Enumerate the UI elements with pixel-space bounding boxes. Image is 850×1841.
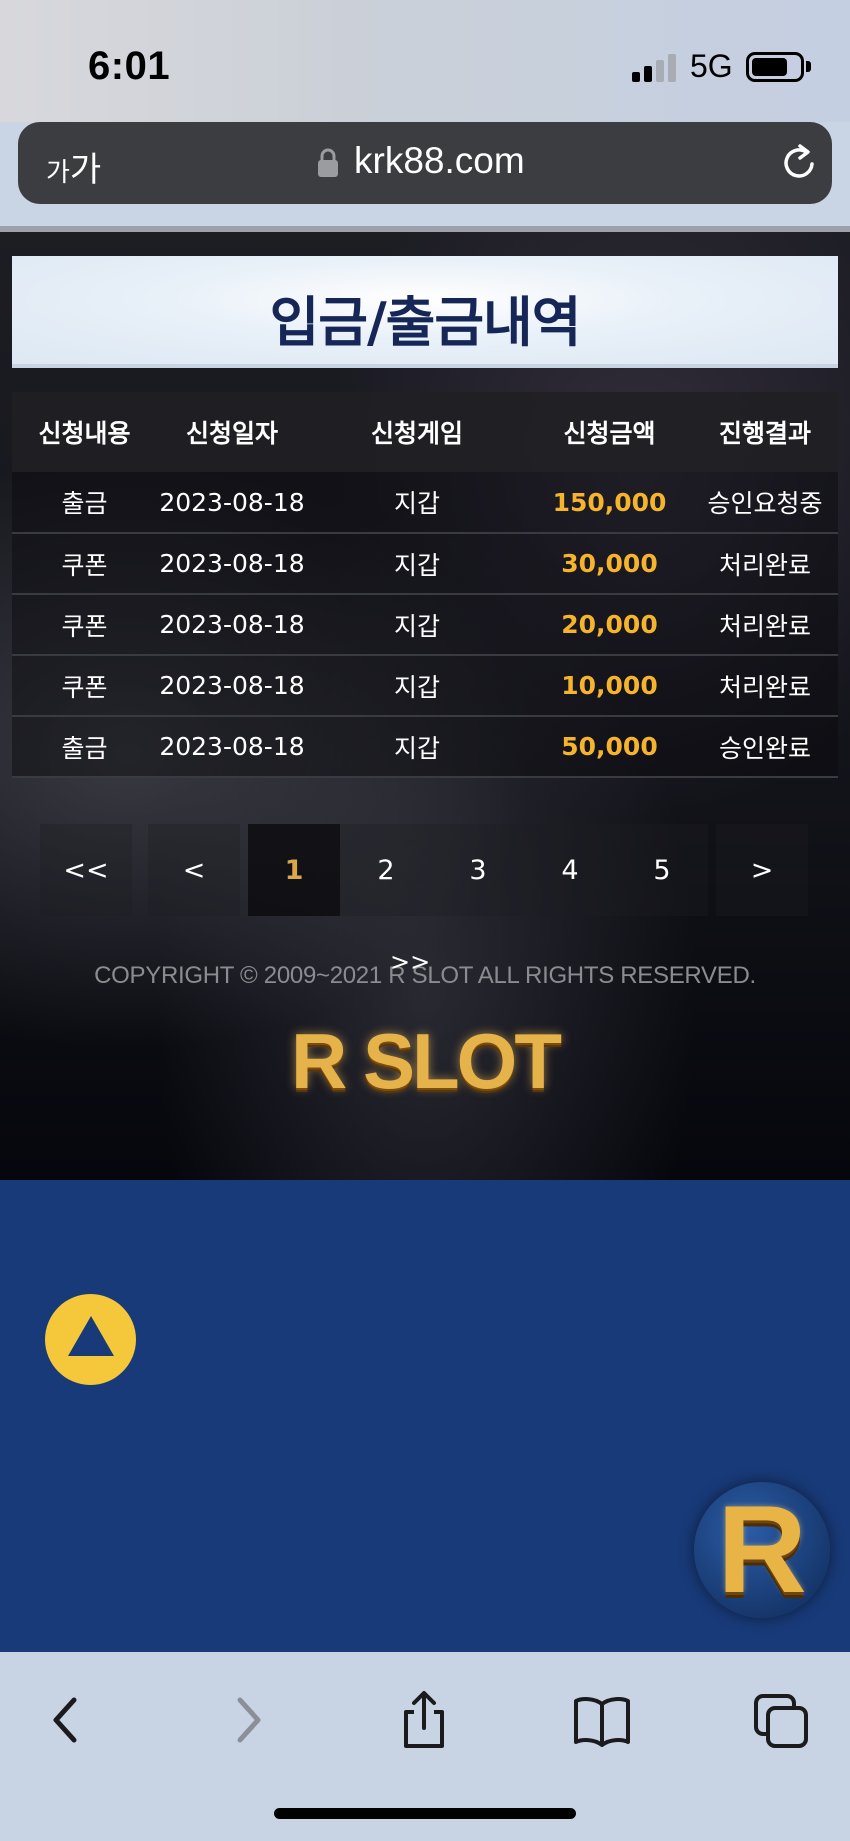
table-row: 쿠폰 2023-08-18 지갑 20,000 처리완료 [12, 594, 838, 655]
table-row: 쿠폰 2023-08-18 지갑 10,000 처리완료 [12, 655, 838, 716]
cell-amount: 150,000 [552, 487, 667, 517]
cell-type: 출금 [61, 733, 108, 763]
page-title: 입금/출금내역 [269, 291, 582, 354]
cell-status: 승인완료 [718, 733, 811, 763]
cell-date: 2023-08-18 [159, 549, 305, 578]
cell-game: 지갑 [393, 611, 440, 641]
home-indicator [274, 1808, 576, 1819]
book-icon[interactable] [572, 1690, 632, 1750]
footer-logo: R SLOT [291, 1017, 562, 1105]
chat-badge-letter: R [717, 1481, 807, 1619]
battery-tip [806, 61, 811, 72]
status-bar: 6:01 5G [0, 0, 850, 122]
cell-amount: 50,000 [561, 732, 658, 761]
cell-date: 2023-08-18 [159, 732, 305, 761]
lock-icon [318, 148, 338, 177]
cell-amount: 20,000 [561, 610, 658, 639]
header-request-amount: 신청금액 [563, 419, 656, 448]
page-4-button[interactable]: 4 [524, 824, 616, 916]
scroll-top-button[interactable] [45, 1294, 136, 1385]
cell-game: 지갑 [393, 550, 440, 580]
transaction-history-table: 신청내용 신청일자 신청게임 신청금액 진행결과 출금 2023-08-18 지… [12, 392, 838, 778]
cell-game: 지갑 [393, 672, 440, 702]
cell-type: 쿠폰 [61, 550, 108, 580]
cell-amount: 10,000 [561, 671, 658, 700]
table-row: 출금 2023-08-18 지갑 50,000 승인완료 [12, 716, 838, 777]
header-request-game: 신청게임 [370, 419, 463, 448]
battery-icon [746, 52, 804, 82]
page-settings-button[interactable]: 가가 [46, 142, 101, 191]
reload-icon[interactable] [778, 142, 820, 184]
table-row: 쿠폰 2023-08-18 지갑 30,000 처리완료 [12, 533, 838, 594]
cell-type: 쿠폰 [61, 611, 108, 641]
table-row: 출금 2023-08-18 지갑 150,000 승인요청중 [12, 472, 838, 533]
cell-type: 쿠폰 [61, 672, 108, 702]
cell-amount: 30,000 [561, 549, 658, 578]
triangle-up-icon [68, 1316, 114, 1356]
header-request-type: 신청내용 [38, 419, 131, 448]
cell-status: 처리완료 [718, 550, 811, 580]
page-2-button[interactable]: 2 [340, 824, 432, 916]
battery-level-fill [752, 58, 787, 76]
cell-game: 지갑 [393, 489, 440, 518]
network-type-label: 5G [690, 48, 733, 84]
cell-status: 처리완료 [718, 611, 811, 641]
web-content: 입금/출금내역 신청내용 신청일자 신청게임 신청금액 진행결과 출금 2023… [0, 232, 850, 1180]
page-prev-button[interactable]: < [148, 824, 240, 916]
cell-type: 출금 [61, 489, 108, 518]
share-icon[interactable] [394, 1690, 454, 1750]
page-last-button[interactable]: >> [390, 948, 430, 976]
cell-game: 지갑 [393, 733, 440, 763]
cell-status: 처리완료 [718, 672, 811, 702]
page-5-button[interactable]: 5 [616, 824, 708, 916]
page-first-button[interactable]: << [40, 824, 132, 916]
cell-date: 2023-08-18 [159, 487, 305, 517]
cell-date: 2023-08-18 [159, 610, 305, 639]
url-text[interactable]: krk88.com [354, 140, 525, 182]
cell-status: 승인요청중 [707, 489, 823, 518]
header-result: 진행결과 [718, 419, 811, 448]
title-banner: 입금/출금내역 [12, 256, 838, 368]
chevron-left-icon[interactable] [36, 1690, 96, 1750]
cellular-signal-icon [632, 54, 678, 82]
reader-label-small: 가 [46, 158, 70, 188]
status-time: 6:01 [88, 44, 171, 88]
pagination: << < 1 2 3 4 5 > [30, 824, 820, 916]
blue-area: R [0, 1180, 850, 1652]
table-header-row: 신청내용 신청일자 신청게임 신청금액 진행결과 [12, 392, 838, 472]
page-3-button[interactable]: 3 [432, 824, 524, 916]
tabs-icon[interactable] [752, 1690, 812, 1750]
header-request-date: 신청일자 [185, 419, 278, 448]
page-next-button[interactable]: > [716, 824, 808, 916]
reader-label-large: 가 [69, 150, 102, 190]
page-1-button[interactable]: 1 [248, 824, 340, 916]
address-bar[interactable]: 가가 krk88.com [18, 122, 832, 204]
cell-date: 2023-08-18 [159, 671, 305, 700]
chevron-right-icon[interactable] [218, 1690, 278, 1750]
chat-badge-button[interactable]: R [694, 1482, 830, 1618]
